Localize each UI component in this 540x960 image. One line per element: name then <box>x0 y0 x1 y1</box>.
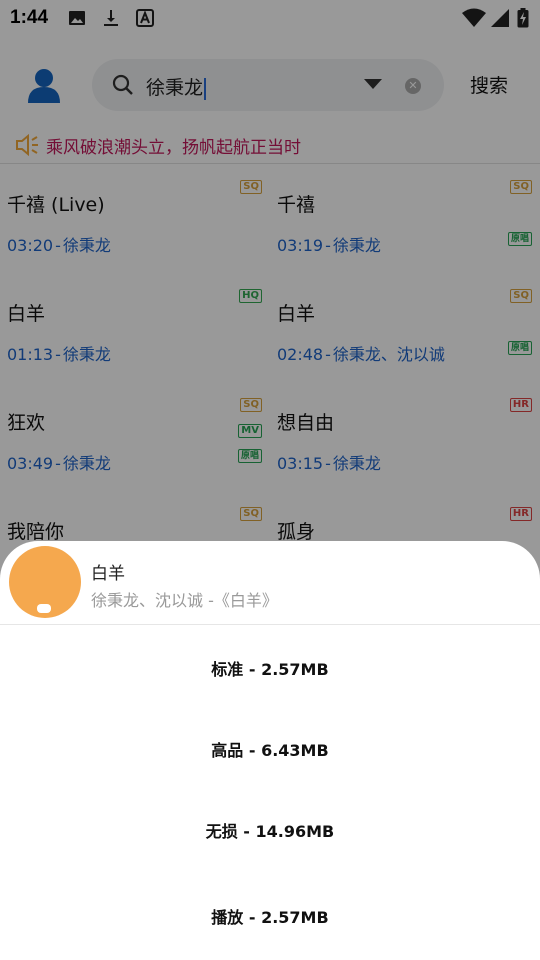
download-options-sheet: 白羊 徐秉龙、沈以诚 -《白羊》 标准 - 2.57MB 高品 - 6.43MB… <box>0 541 540 960</box>
option-lossless[interactable]: 无损 - 14.96MB <box>0 818 540 842</box>
option-standard[interactable]: 标准 - 2.57MB <box>0 656 540 680</box>
option-high-quality[interactable]: 高品 - 6.43MB <box>0 737 540 761</box>
lamb-illustration <box>37 604 51 613</box>
sheet-song-title: 白羊 <box>91 564 125 584</box>
sheet-song-subtitle: 徐秉龙、沈以诚 -《白羊》 <box>91 591 278 610</box>
album-cover <box>9 546 81 618</box>
option-play[interactable]: 播放 - 2.57MB <box>0 904 540 928</box>
divider <box>0 624 540 625</box>
